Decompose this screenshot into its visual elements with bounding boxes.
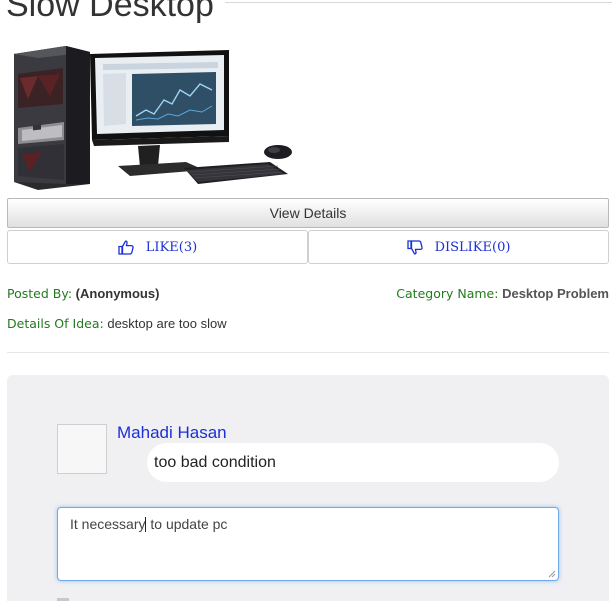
reply-text-after-caret: to update pc <box>146 516 228 532</box>
comment-author[interactable]: Mahadi Hasan <box>117 423 227 443</box>
category-label: Category Name: <box>396 286 499 301</box>
thumbs-up-icon <box>118 240 134 255</box>
reply-text-before-caret: It necessary <box>70 516 146 532</box>
page-title: Slow Desktop <box>6 0 214 24</box>
comment-text: too bad condition <box>154 453 276 471</box>
dislike-label: DISLIKE(0) <box>434 239 511 255</box>
category-value: Desktop Problem <box>502 286 609 301</box>
section-divider <box>7 352 609 353</box>
view-details-button[interactable]: View Details <box>7 198 609 228</box>
posted-by-value: (Anonymous) <box>75 286 160 301</box>
like-label: LIKE(3) <box>145 239 198 255</box>
reply-textarea[interactable]: It necessary to update pc <box>57 507 559 581</box>
posted-by-label: Posted By: <box>7 286 73 301</box>
category: Category Name: Desktop Problem <box>396 286 609 301</box>
resize-grip-icon[interactable] <box>548 570 556 578</box>
desktop-image <box>14 46 292 190</box>
thumbs-down-icon <box>406 239 423 254</box>
monitor <box>90 50 229 176</box>
dislike-button[interactable]: DISLIKE(0) <box>308 230 609 264</box>
keyboard <box>184 162 288 184</box>
details-label: Details Of Idea: <box>7 316 104 331</box>
comment-bubble: too bad condition <box>147 443 559 482</box>
posted-by: Posted By: (Anonymous) <box>7 286 159 301</box>
top-rule <box>225 2 612 3</box>
tower <box>14 46 90 190</box>
avatar <box>57 424 107 474</box>
idea-details: Details Of Idea: desktop are too slow <box>7 316 227 331</box>
like-button[interactable]: LIKE(3) <box>7 230 308 264</box>
details-value: desktop are too slow <box>107 316 227 331</box>
